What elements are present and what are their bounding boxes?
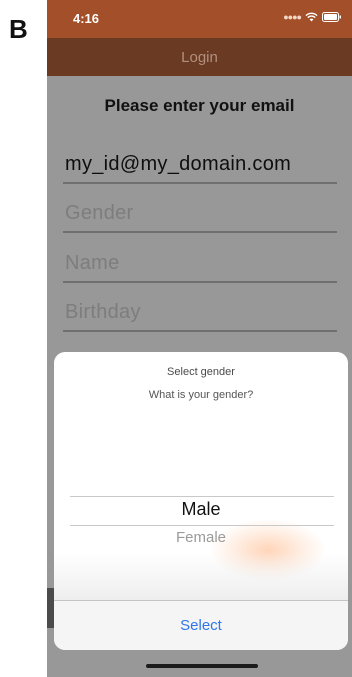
figure-label: B bbox=[9, 14, 28, 44]
email-field[interactable]: my_id@my_domain.com bbox=[63, 146, 337, 184]
background-edge bbox=[47, 588, 54, 628]
picker-option-male[interactable]: Male bbox=[54, 499, 348, 520]
nav-title: Login bbox=[181, 48, 218, 66]
status-time: 4:16 bbox=[73, 11, 100, 26]
sheet-title: Select gender bbox=[167, 366, 235, 378]
gender-action-sheet: Select gender What is your gender? Male … bbox=[54, 352, 348, 650]
picker-selection-top-line bbox=[70, 496, 334, 497]
status-icons: ●●●● bbox=[283, 12, 342, 22]
birthday-placeholder: Birthday bbox=[65, 301, 141, 323]
picker-selection-bottom-line bbox=[70, 525, 334, 526]
name-field[interactable]: Name bbox=[63, 245, 337, 283]
sheet-message: What is your gender? bbox=[148, 389, 254, 401]
gender-field[interactable]: Gender bbox=[63, 195, 337, 233]
gender-placeholder: Gender bbox=[65, 202, 134, 224]
signal-dots-icon: ●●●● bbox=[283, 12, 302, 22]
email-value: my_id@my_domain.com bbox=[65, 153, 292, 175]
birthday-field[interactable]: Birthday bbox=[63, 294, 337, 332]
home-indicator[interactable] bbox=[146, 664, 258, 668]
email-prompt: Please enter your email bbox=[104, 96, 295, 115]
phone-screen: 4:16 ●●●● Login Please enter your email … bbox=[47, 0, 352, 677]
picker-fade bbox=[54, 552, 348, 600]
nav-bar: Login bbox=[47, 38, 352, 76]
status-bar: 4:16 ●●●● bbox=[47, 0, 352, 38]
wifi-icon bbox=[305, 12, 318, 22]
select-button[interactable]: Select bbox=[54, 601, 348, 650]
picker-option-female[interactable]: Female bbox=[54, 529, 348, 546]
battery-icon bbox=[322, 12, 342, 22]
name-placeholder: Name bbox=[65, 252, 120, 274]
